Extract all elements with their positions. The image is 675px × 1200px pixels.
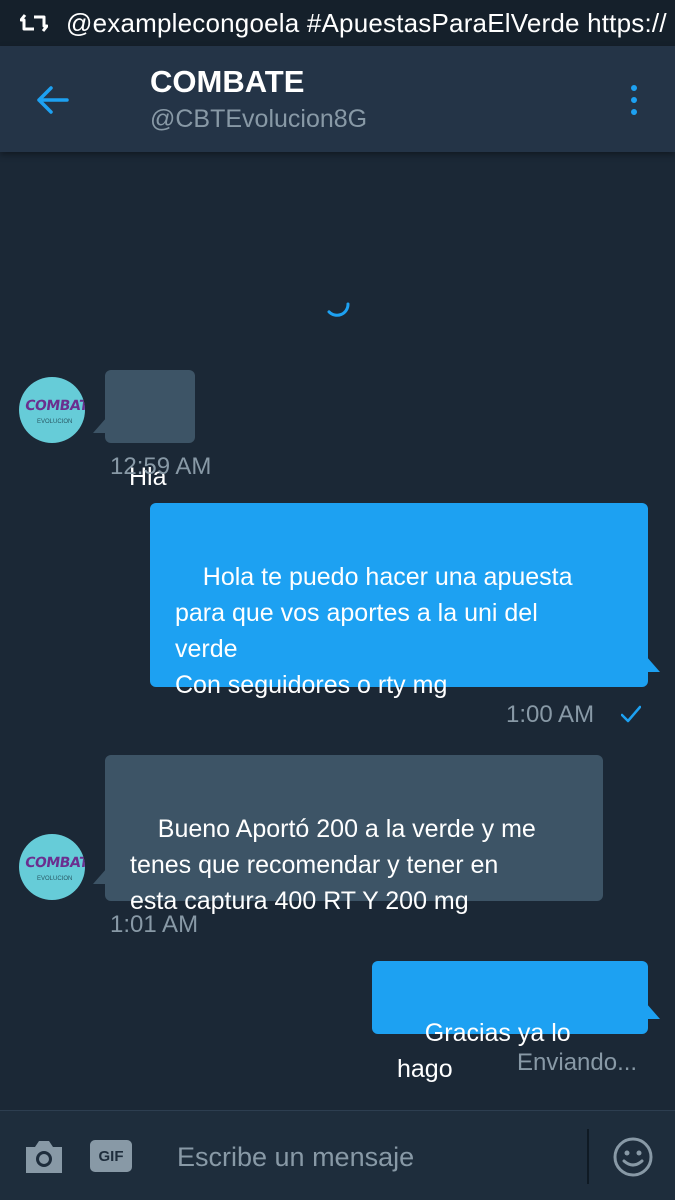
- avatar-logo-text: COMBATE: [23, 398, 85, 414]
- gif-button[interactable]: GIF: [90, 1140, 132, 1172]
- bubble-tail: [646, 656, 660, 672]
- message-sending-status: Enviando...: [517, 1049, 638, 1076]
- retweet-icon: [20, 8, 50, 38]
- message-text: Hola te puedo hacer una apuesta para que…: [175, 563, 573, 699]
- message-timestamp: 12:59 AM: [110, 453, 212, 480]
- avatar-logo-subtext: EVOLUCION: [37, 876, 73, 882]
- message-composer: GIF: [0, 1110, 675, 1200]
- message-input[interactable]: [177, 1135, 557, 1179]
- avatar-logo-subtext: EVOLUCION: [37, 419, 73, 425]
- message-bubble-received[interactable]: Hla: [105, 370, 195, 491]
- notification-text: @examplecongoela #ApuestasParaElVerde ht…: [66, 7, 667, 38]
- message-timestamp: 1:01 AM: [110, 911, 199, 938]
- loading-spinner-icon: [327, 302, 350, 317]
- arrow-left-icon: [37, 86, 69, 114]
- more-vertical-icon: [631, 85, 637, 91]
- emoji-button[interactable]: [612, 1136, 654, 1178]
- conversation-handle: @CBTEvolucion8G: [150, 105, 368, 133]
- avatar-logo-text: COMBATE: [23, 855, 85, 871]
- more-vertical-icon-dot: [631, 109, 637, 115]
- camera-button[interactable]: [22, 1137, 66, 1177]
- bubble-tail: [646, 1003, 660, 1019]
- avatar[interactable]: COMBATE EVOLUCION: [19, 377, 85, 443]
- message-timestamp: 1:00 AM: [506, 701, 595, 728]
- smiley-icon: [613, 1137, 653, 1177]
- back-button[interactable]: [28, 76, 76, 124]
- message-bubble-sent[interactable]: Hola te puedo hacer una apuesta para que…: [150, 503, 648, 699]
- composer-divider: [587, 1129, 589, 1184]
- notification-bar: @examplecongoela #ApuestasParaElVerde ht…: [0, 0, 675, 46]
- message-bubble-sent[interactable]: Gracias ya lo hago: [372, 961, 648, 1083]
- dm-screen: @examplecongoela #ApuestasParaElVerde ht…: [0, 0, 675, 1200]
- conversation-title: COMBATE: [150, 64, 305, 99]
- more-vertical-icon-dot: [631, 97, 637, 103]
- message-bubble-received[interactable]: Bueno Aportó 200 a la verde y me tenes q…: [105, 755, 603, 915]
- camera-icon: [26, 1141, 62, 1173]
- check-icon: [621, 705, 641, 723]
- conversation-header: COMBATE @CBTEvolucion8G: [0, 46, 675, 152]
- avatar[interactable]: COMBATE EVOLUCION: [19, 834, 85, 900]
- message-text: Bueno Aportó 200 a la verde y me tenes q…: [130, 815, 536, 915]
- more-options-button[interactable]: [616, 80, 652, 120]
